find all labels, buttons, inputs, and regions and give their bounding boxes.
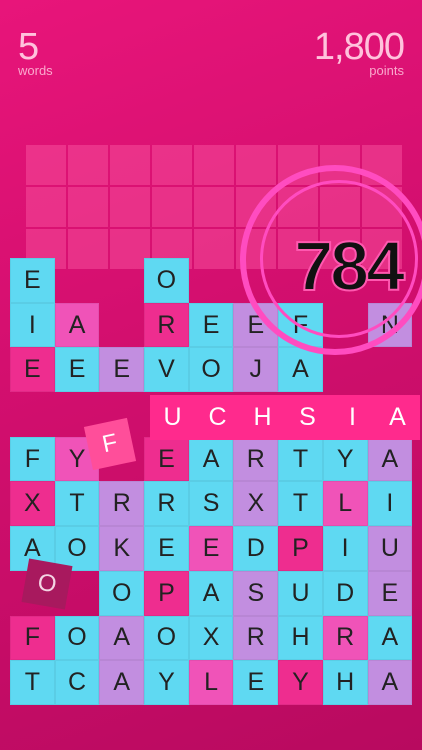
letter-tile[interactable]: A [367, 436, 413, 482]
letter-tile [99, 258, 144, 303]
letter-tile[interactable]: I [367, 481, 413, 527]
letter-tile[interactable]: F [10, 615, 55, 661]
letter-tile[interactable]: I [322, 526, 368, 571]
current-word-tiles: UCHSIA [150, 395, 420, 440]
letter-tile[interactable]: E [54, 347, 100, 393]
letter-tile[interactable]: S [233, 570, 279, 616]
background-cell [110, 187, 150, 227]
letter-tile[interactable]: H [322, 660, 368, 705]
letter-tile[interactable]: O [54, 615, 100, 661]
letter-tile[interactable]: J [233, 347, 279, 393]
letter-tile[interactable]: E [144, 436, 189, 482]
letter-tile[interactable]: D [233, 526, 279, 571]
letter-tile[interactable]: E [188, 302, 234, 348]
letter-tile[interactable]: E [188, 526, 234, 571]
letter-tile[interactable]: X [10, 481, 55, 527]
letter-tile[interactable]: U [278, 570, 323, 616]
letter-tile[interactable]: T [54, 481, 100, 527]
letter-tile[interactable]: R [233, 615, 279, 661]
background-cell [194, 145, 234, 185]
background-cell [26, 187, 66, 227]
letter-tile [10, 392, 55, 437]
letter-tile[interactable]: E [10, 258, 55, 303]
letter-tile [368, 347, 413, 392]
points-counter: 1,800 points [313, 26, 405, 78]
letter-tile[interactable]: A [278, 347, 323, 393]
letter-tile[interactable]: R [144, 481, 189, 527]
letter-tile[interactable]: C [54, 660, 100, 705]
letter-tile[interactable]: O [144, 258, 189, 303]
word-letter-tile: H [240, 395, 285, 440]
background-cell [194, 187, 234, 227]
words-counter: 5 words [18, 26, 53, 78]
letter-tile[interactable]: D [322, 570, 368, 616]
letter-tile[interactable]: V [144, 347, 189, 393]
letter-tile[interactable]: I [10, 302, 55, 348]
letter-tile[interactable]: R [233, 436, 279, 482]
letter-tile [55, 258, 100, 303]
word-letter-tile: C [195, 395, 240, 440]
letter-tile[interactable]: R [322, 615, 368, 661]
words-value: 5 [18, 26, 39, 68]
word-letter-tile: I [330, 395, 375, 440]
letter-tile[interactable]: T [278, 436, 323, 482]
word-letter-tile: U [150, 395, 195, 440]
letter-tile[interactable]: Y [278, 660, 323, 705]
letter-tile[interactable]: H [278, 615, 323, 661]
letter-tile[interactable]: A [188, 436, 234, 482]
letter-tile [99, 303, 144, 348]
letter-tile[interactable]: A [367, 615, 413, 661]
letter-tile[interactable]: A [367, 660, 413, 705]
background-cell [68, 145, 108, 185]
letter-tile [189, 258, 234, 303]
letter-tile[interactable]: X [188, 615, 234, 661]
words-label: words [18, 63, 53, 78]
floating-letter-o[interactable]: O [21, 558, 73, 610]
points-label: points [369, 63, 404, 78]
background-cell [152, 145, 192, 185]
letter-tile[interactable]: A [99, 615, 145, 661]
letter-tile[interactable]: R [99, 481, 145, 527]
background-cell [110, 145, 150, 185]
letter-tile[interactable]: L [188, 660, 234, 705]
letter-tile[interactable]: L [322, 481, 368, 527]
letter-tile[interactable]: E [367, 570, 413, 616]
letter-tile[interactable]: E [99, 347, 145, 393]
points-value: 1,800 [313, 26, 405, 68]
background-cell [236, 145, 276, 185]
letter-tile[interactable]: P [144, 570, 189, 616]
letter-tile[interactable]: E [10, 347, 55, 393]
letter-tile[interactable]: O [144, 615, 189, 661]
letter-tile[interactable]: E [144, 526, 189, 571]
word-letter-tile: S [285, 395, 330, 440]
letter-tile[interactable]: F [10, 436, 55, 482]
score-popup: 784 [293, 226, 406, 306]
background-cell [68, 187, 108, 227]
background-cell [26, 145, 66, 185]
letter-tile[interactable]: O [188, 347, 234, 393]
letter-tile[interactable]: K [99, 526, 145, 571]
letter-tile[interactable]: T [10, 660, 55, 705]
letter-tile[interactable]: A [54, 302, 100, 348]
letter-tile[interactable]: U [367, 526, 413, 571]
letter-tile[interactable]: Y [144, 660, 189, 705]
letter-tile[interactable]: T [278, 481, 323, 527]
letter-tile[interactable]: O [99, 570, 145, 616]
background-cell [152, 187, 192, 227]
floating-letter-f[interactable]: F [83, 417, 137, 471]
letter-tile[interactable]: A [188, 570, 234, 616]
letter-tile[interactable]: X [233, 481, 279, 527]
letter-tile[interactable]: E [233, 660, 279, 705]
letter-tile[interactable]: R [144, 302, 189, 348]
letter-tile[interactable]: S [188, 481, 234, 527]
letter-tile[interactable]: P [278, 526, 323, 571]
letter-tile[interactable]: A [99, 660, 145, 705]
letter-tile[interactable]: Y [322, 436, 368, 482]
word-letter-tile: A [375, 395, 420, 440]
